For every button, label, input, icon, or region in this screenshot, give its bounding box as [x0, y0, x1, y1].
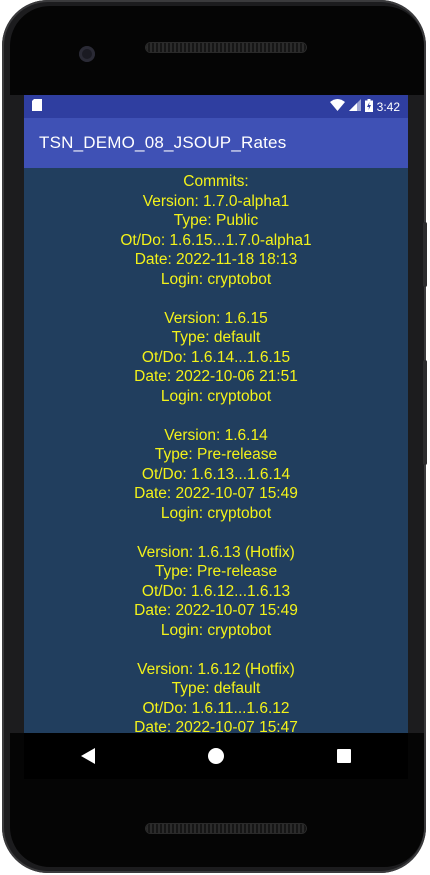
- commit-entry: Version: 1.6.14 Type: Pre-release Ot/Do:…: [24, 426, 408, 524]
- navigation-bar: [24, 733, 408, 779]
- commit-version: Version: 1.6.15: [164, 309, 268, 327]
- commit-entry: Version: 1.6.12 (Hotfix) Type: default O…: [24, 660, 408, 734]
- signal-icon: [348, 99, 361, 114]
- commit-date: Date: 2022-10-06 21:51: [134, 368, 298, 385]
- commit-type: Type: Public: [173, 212, 259, 229]
- commit-date: Date: 2022-10-07 15:47: [134, 719, 298, 733]
- commit-date: Date: 2022-10-07 15:49: [134, 485, 298, 502]
- commits-heading: Commits:: [183, 173, 249, 190]
- commit-range: Ot/Do: 1.6.12...1.6.13: [141, 582, 291, 600]
- commit-range: Ot/Do: 1.6.11...1.6.12: [142, 699, 290, 717]
- back-icon: [81, 748, 95, 764]
- commit-range: Ot/Do: 1.6.15...1.7.0-alpha1: [120, 231, 312, 249]
- commit-type: Type: default: [171, 329, 261, 346]
- app-title: TSN_DEMO_08_JSOUP_Rates: [39, 133, 287, 152]
- commit-entry: Version: 1.6.13 (Hotfix) Type: Pre-relea…: [24, 543, 408, 641]
- screen: 3:42 TSN_DEMO_08_JSOUP_Rates Commits: Ve…: [24, 95, 408, 733]
- commit-entry: Version: 1.7.0-alpha1 Type: Public Ot/Do…: [24, 192, 408, 290]
- top-speaker: [146, 43, 306, 52]
- wifi-icon: [329, 99, 345, 114]
- commit-version: Version: 1.6.13 (Hotfix): [137, 543, 295, 561]
- status-time: 3:42: [376, 99, 400, 114]
- recents-button[interactable]: [329, 741, 359, 771]
- commit-date: Date: 2022-10-07 15:49: [134, 602, 298, 619]
- commit-entry: Version: 1.6.15 Type: default Ot/Do: 1.6…: [24, 309, 408, 407]
- back-button[interactable]: [73, 741, 103, 771]
- volume-button: [423, 360, 427, 465]
- battery-icon: [364, 98, 373, 115]
- bottom-speaker: [146, 824, 306, 833]
- commit-version: Version: 1.6.14: [164, 426, 268, 444]
- home-icon: [208, 748, 224, 764]
- front-camera: [79, 46, 95, 62]
- commit-version: Version: 1.6.12 (Hotfix): [137, 660, 295, 678]
- app-bar: TSN_DEMO_08_JSOUP_Rates: [24, 118, 408, 168]
- top-bezel: [10, 6, 424, 95]
- home-button[interactable]: [201, 741, 231, 771]
- commit-login: Login: cryptobot: [160, 270, 272, 288]
- commit-type: Type: Pre-release: [154, 563, 278, 580]
- status-bar: 3:42: [24, 95, 408, 118]
- commit-type: Type: Pre-release: [154, 446, 278, 463]
- commit-date: Date: 2022-11-18 18:13: [134, 251, 298, 268]
- commit-login: Login: cryptobot: [160, 387, 272, 405]
- sd-card-icon: [32, 99, 42, 114]
- commit-type: Type: default: [171, 680, 261, 697]
- recents-icon: [337, 749, 351, 763]
- commit-version: Version: 1.7.0-alpha1: [142, 192, 290, 210]
- commit-range: Ot/Do: 1.6.14...1.6.15: [141, 348, 291, 366]
- commit-login: Login: cryptobot: [160, 621, 272, 639]
- commit-range: Ot/Do: 1.6.13...1.6.14: [141, 465, 291, 483]
- commit-login: Login: cryptobot: [160, 504, 272, 522]
- commits-list[interactable]: Commits: Version: 1.7.0-alpha1 Type: Pub…: [24, 168, 408, 733]
- power-button: [423, 222, 427, 287]
